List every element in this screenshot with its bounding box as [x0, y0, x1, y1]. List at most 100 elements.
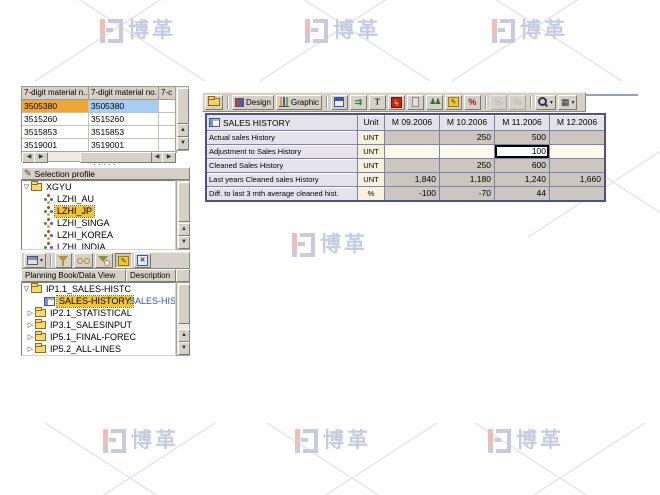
grid-unit-cell[interactable]: UNT [358, 145, 384, 158]
planning-book-label[interactable]: IP5.1_FINAL-FOREC [48, 332, 138, 343]
grid-value-cell[interactable] [550, 187, 604, 200]
grid-value-cell[interactable]: 1,180 [440, 173, 494, 186]
grid-value-cell[interactable] [385, 159, 439, 172]
planning-book-label[interactable]: IP_ADHOC-FC-QUAN [48, 356, 142, 357]
collaboration-button[interactable]: ♟♟ [426, 95, 443, 110]
material-column-header[interactable]: 7-c [159, 87, 176, 100]
grid-value-cell[interactable] [440, 145, 494, 158]
grid-row-label[interactable]: Last years Cleaned sales History [207, 173, 357, 186]
expanded-arrow-icon[interactable]: ▽ [22, 183, 31, 191]
grid-row-label[interactable]: Cleaned Sales History [207, 159, 357, 172]
material-cell[interactable]: 3515260 [89, 113, 159, 126]
scrollbar-thumb[interactable] [178, 182, 190, 222]
collapsed-arrow-icon[interactable]: ▷ [26, 309, 35, 317]
planning-book-label[interactable]: IP3.1_SALESINPUT [48, 320, 134, 331]
copy-button[interactable]: ⇉ [350, 95, 367, 110]
simulation-button[interactable]: ϟ [388, 95, 405, 110]
scroll-down-button[interactable]: ▼ [177, 137, 189, 150]
collapsed-arrow-icon[interactable]: ▷ [26, 345, 35, 353]
material-column-header[interactable]: 7-digit material n.. [22, 87, 89, 100]
selection-profile-label[interactable]: LZHI_AU [55, 194, 96, 205]
grid-value-cell[interactable]: 1,240 [495, 173, 549, 186]
material-cell[interactable] [159, 113, 176, 126]
filter-display-button[interactable] [95, 253, 113, 268]
grid-value-cell[interactable] [550, 131, 604, 144]
scroll-down-button[interactable]: ▼ [178, 236, 190, 249]
material-cell[interactable] [159, 100, 176, 113]
grid-value-cell[interactable]: 250 [440, 159, 494, 172]
material-column-header[interactable]: 7-digit material no. [89, 87, 159, 100]
zoom-button[interactable]: ▾ [535, 95, 556, 110]
grid-value-cell[interactable]: 100 [495, 145, 549, 158]
tree-node-label[interactable]: XGYU [44, 182, 74, 193]
selection-profile-item[interactable]: LZHI_INDIA [22, 241, 175, 250]
percent-edit-button[interactable]: % [464, 95, 481, 110]
grid-title-cell[interactable]: SALES HISTORY [207, 115, 357, 130]
material-cell[interactable]: 3515853 [22, 126, 89, 139]
planning-book-column-header[interactable]: Planning Book/Data View [21, 269, 126, 282]
planning-book-label[interactable]: IP5.2_ALL-LINES [48, 344, 123, 355]
dropdown-arrow-icon[interactable]: ▾ [571, 99, 574, 106]
scroll-up-button[interactable]: ▲ [178, 223, 190, 236]
planning-book-item[interactable]: ▷IP_ADHOC-FC-QUAN [22, 355, 175, 356]
cancel-button[interactable]: ✕ [134, 253, 151, 268]
graphic-button[interactable]: Graphic [276, 95, 322, 110]
grid-value-cell[interactable] [550, 159, 604, 172]
grid-unit-cell[interactable]: % [358, 187, 384, 200]
selection-profile-item[interactable]: LZHI_KOREA [22, 229, 175, 241]
tree-node-root[interactable]: ▽ IP1.1_SALES-HISTC [22, 283, 175, 295]
grid-column-header[interactable]: Unit [358, 115, 384, 130]
selection-profile-item[interactable]: LZHI_AU [22, 193, 175, 205]
grid-column-header[interactable]: M 12.2006 [550, 115, 604, 130]
grid-value-cell[interactable] [385, 145, 439, 158]
scroll-up-button[interactable]: ▲ [178, 329, 190, 342]
selection-tree-vscrollbar[interactable]: ▲▼ [176, 180, 190, 250]
scroll-up-button[interactable]: ▲ [177, 124, 189, 137]
planning-book-label[interactable]: IP2.1_STATISTICAL [48, 308, 134, 319]
grid-unit-cell[interactable]: UNT [358, 173, 384, 186]
expanded-arrow-icon[interactable]: ▽ [22, 285, 31, 293]
grid-unit-cell[interactable]: UNT [358, 131, 384, 144]
grid-value-cell[interactable]: 44 [495, 187, 549, 200]
grid-row-label[interactable]: Actual sales History [207, 131, 357, 144]
grid-value-cell[interactable]: -100 [385, 187, 439, 200]
planning-book-item[interactable]: ▷ IP2.1_STATISTICAL [22, 307, 175, 319]
selection-profile-item[interactable]: LZHI_JP [22, 205, 175, 217]
material-cell[interactable]: 3505380 [89, 100, 159, 113]
grid-value-cell[interactable]: 600 [495, 159, 549, 172]
collapsed-arrow-icon[interactable]: ▷ [26, 321, 35, 329]
planning-tree-vscrollbar[interactable]: ▲▼ [176, 282, 190, 356]
tree-node-root[interactable]: ▽ XGYU [22, 181, 175, 193]
grid-column-header[interactable]: M 09.2006 [385, 115, 439, 130]
grid-column-header[interactable]: M 11.2006 [495, 115, 549, 130]
calculator-button[interactable] [331, 95, 348, 110]
grid-value-cell[interactable]: 500 [495, 131, 549, 144]
selection-profile-label[interactable]: LZHI_INDIA [55, 242, 108, 251]
data-view-label[interactable]: SALES-HISTORY [57, 296, 133, 307]
scrollbar-thumb[interactable] [178, 284, 190, 324]
material-table-vscrollbar[interactable]: ▲▼ [175, 86, 189, 151]
grid-value-cell[interactable]: -70 [440, 187, 494, 200]
design-button[interactable]: Design [232, 95, 274, 110]
planning-book-label[interactable]: IP1.1_SALES-HISTC [44, 284, 133, 295]
material-cell[interactable] [159, 126, 176, 139]
transfer-button[interactable]: T [369, 95, 386, 110]
material-table-row[interactable]: 35053803505380 [22, 100, 176, 113]
grid-column-header[interactable]: M 10.2006 [440, 115, 494, 130]
scroll-down-button[interactable]: ▼ [178, 342, 190, 355]
notes-button[interactable]: ✎ [115, 253, 132, 268]
percent-paste-button[interactable]: % [509, 95, 526, 110]
selection-profile-label[interactable]: LZHI_JP [55, 206, 94, 217]
selection-profile-label[interactable]: LZHI_SINGA [55, 218, 112, 229]
selection-window-button[interactable]: ▾ [24, 253, 46, 268]
percent-copy-button[interactable]: % [490, 95, 507, 110]
scrollbar-thumb[interactable] [177, 88, 189, 124]
filter-button[interactable] [55, 253, 72, 268]
grid-value-cell[interactable] [385, 131, 439, 144]
material-table-row[interactable]: 35158533515853 [22, 126, 176, 139]
selection-profile-label[interactable]: LZHI_KOREA [55, 230, 115, 241]
grid-value-cell[interactable]: 1,840 [385, 173, 439, 186]
planning-book-item[interactable]: ▷ IP5.1_FINAL-FOREC [22, 331, 175, 343]
collapsed-arrow-icon[interactable]: ▷ [26, 333, 35, 341]
data-view-item[interactable]: SALES-HISTORYSALES-HISTORY [22, 295, 175, 307]
